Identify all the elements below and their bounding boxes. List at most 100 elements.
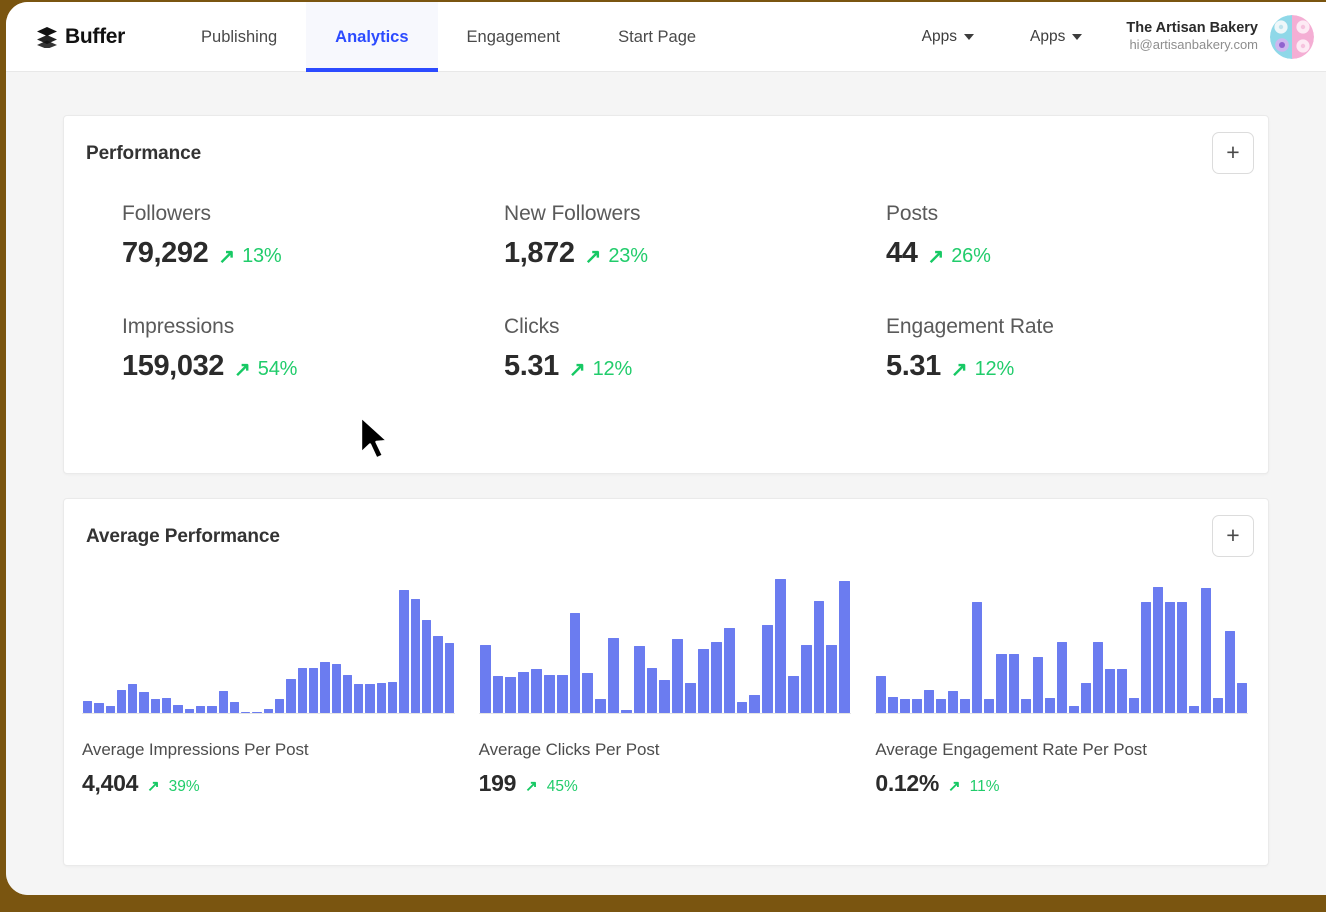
bar[interactable]	[173, 704, 183, 713]
bar[interactable]	[996, 654, 1007, 713]
bar[interactable]	[320, 662, 330, 713]
apps-menu-1[interactable]: Apps	[894, 2, 1002, 72]
bar[interactable]	[1104, 669, 1115, 713]
bar-chart[interactable]	[82, 576, 455, 714]
bar[interactable]	[83, 700, 93, 713]
bar[interactable]	[556, 674, 568, 713]
bar[interactable]	[342, 674, 353, 713]
bar[interactable]	[286, 678, 296, 713]
bar[interactable]	[1056, 641, 1067, 713]
account-menu[interactable]: The Artisan Bakery hi@artisanbakery.com	[1110, 14, 1314, 59]
bar[interactable]	[672, 639, 684, 713]
bar[interactable]	[1128, 697, 1139, 713]
add-performance-metric-button[interactable]: +	[1212, 132, 1254, 174]
avatar[interactable]	[1270, 14, 1314, 59]
bar[interactable]	[365, 684, 375, 713]
bar[interactable]	[252, 712, 262, 713]
bar[interactable]	[505, 677, 517, 713]
bar[interactable]	[1044, 697, 1055, 713]
bar[interactable]	[128, 684, 138, 713]
bar[interactable]	[531, 669, 542, 713]
bar[interactable]	[433, 636, 443, 713]
bar[interactable]	[116, 689, 127, 713]
bar[interactable]	[229, 702, 240, 713]
apps-menu-2[interactable]: Apps	[1002, 2, 1110, 72]
bar[interactable]	[912, 699, 923, 713]
bar[interactable]	[972, 602, 983, 713]
bar[interactable]	[410, 599, 420, 713]
bar[interactable]	[936, 699, 947, 713]
bar[interactable]	[1164, 602, 1175, 713]
bar[interactable]	[354, 684, 364, 713]
tab-start-page[interactable]: Start Page	[589, 2, 725, 72]
bar[interactable]	[1008, 654, 1019, 713]
bar[interactable]	[479, 644, 491, 713]
bar[interactable]	[297, 667, 307, 713]
bar[interactable]	[518, 671, 530, 713]
bar[interactable]	[376, 682, 387, 713]
bar[interactable]	[633, 645, 645, 713]
bar[interactable]	[595, 699, 607, 713]
bar[interactable]	[710, 641, 722, 713]
bar[interactable]	[685, 682, 696, 713]
bar[interactable]	[749, 695, 761, 713]
bar[interactable]	[94, 703, 104, 713]
bar[interactable]	[800, 644, 812, 713]
bar[interactable]	[775, 578, 786, 713]
bar[interactable]	[1068, 706, 1079, 713]
tab-engagement[interactable]: Engagement	[438, 2, 590, 72]
bar[interactable]	[275, 699, 285, 713]
add-average-metric-button[interactable]: +	[1212, 515, 1254, 557]
bar[interactable]	[1224, 630, 1235, 713]
bar[interactable]	[948, 691, 959, 713]
bar[interactable]	[184, 708, 194, 713]
bar[interactable]	[543, 674, 555, 713]
bar[interactable]	[900, 699, 911, 713]
bar[interactable]	[582, 673, 594, 713]
buffer-logo[interactable]: Buffer	[6, 2, 145, 72]
bar[interactable]	[839, 581, 851, 713]
bar[interactable]	[736, 702, 748, 713]
bar[interactable]	[1092, 641, 1103, 713]
bar[interactable]	[241, 711, 251, 713]
bar[interactable]	[1176, 602, 1187, 713]
bar[interactable]	[195, 706, 206, 713]
bar[interactable]	[888, 696, 899, 713]
bar[interactable]	[1140, 602, 1151, 713]
bar[interactable]	[608, 637, 619, 713]
bar[interactable]	[1080, 682, 1091, 713]
bar[interactable]	[659, 680, 671, 713]
bar-chart[interactable]	[875, 576, 1248, 714]
bar[interactable]	[399, 589, 409, 713]
bar-chart[interactable]	[478, 576, 852, 714]
bar[interactable]	[207, 706, 217, 713]
bar[interactable]	[698, 648, 709, 713]
bar[interactable]	[388, 681, 398, 713]
bar[interactable]	[1152, 586, 1163, 713]
bar[interactable]	[762, 625, 774, 713]
bar[interactable]	[826, 644, 838, 713]
bar[interactable]	[331, 663, 341, 713]
bar[interactable]	[1032, 656, 1043, 713]
bar[interactable]	[492, 676, 504, 713]
bar[interactable]	[1116, 669, 1127, 713]
bar[interactable]	[620, 710, 632, 713]
bar[interactable]	[984, 699, 995, 713]
bar[interactable]	[569, 613, 581, 713]
bar[interactable]	[924, 689, 935, 713]
bar[interactable]	[1200, 588, 1211, 713]
bar[interactable]	[723, 628, 735, 713]
tab-analytics[interactable]: Analytics	[306, 2, 438, 72]
bar[interactable]	[1188, 706, 1199, 713]
bar[interactable]	[444, 643, 454, 713]
bar[interactable]	[1020, 699, 1031, 713]
bar[interactable]	[787, 676, 799, 713]
bar[interactable]	[162, 697, 172, 713]
bar[interactable]	[960, 699, 971, 713]
bar[interactable]	[1212, 697, 1223, 713]
bar[interactable]	[1236, 682, 1247, 713]
bar[interactable]	[218, 691, 228, 713]
bar[interactable]	[813, 600, 825, 713]
bar[interactable]	[308, 667, 319, 713]
tab-publishing[interactable]: Publishing	[172, 2, 306, 72]
